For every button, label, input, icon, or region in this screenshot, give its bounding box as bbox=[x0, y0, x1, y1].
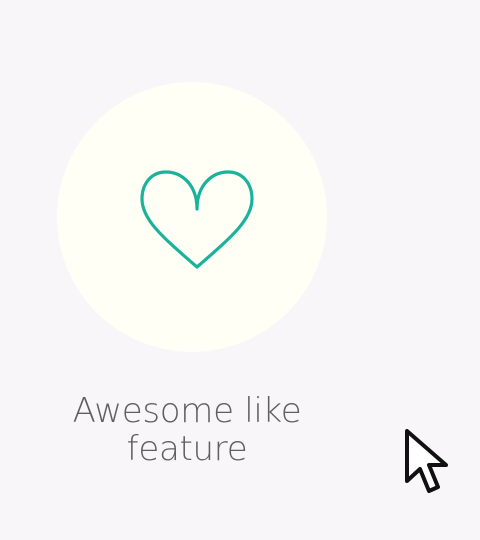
feature-title-line-2: feature bbox=[126, 429, 248, 469]
feature-title-line-1: Awesome like bbox=[72, 391, 302, 431]
heart-icon[interactable] bbox=[138, 166, 256, 272]
feature-card: Awesome like feature bbox=[0, 0, 480, 540]
feature-caption: Awesome like feature bbox=[52, 392, 322, 468]
mouse-pointer-icon bbox=[405, 429, 448, 493]
